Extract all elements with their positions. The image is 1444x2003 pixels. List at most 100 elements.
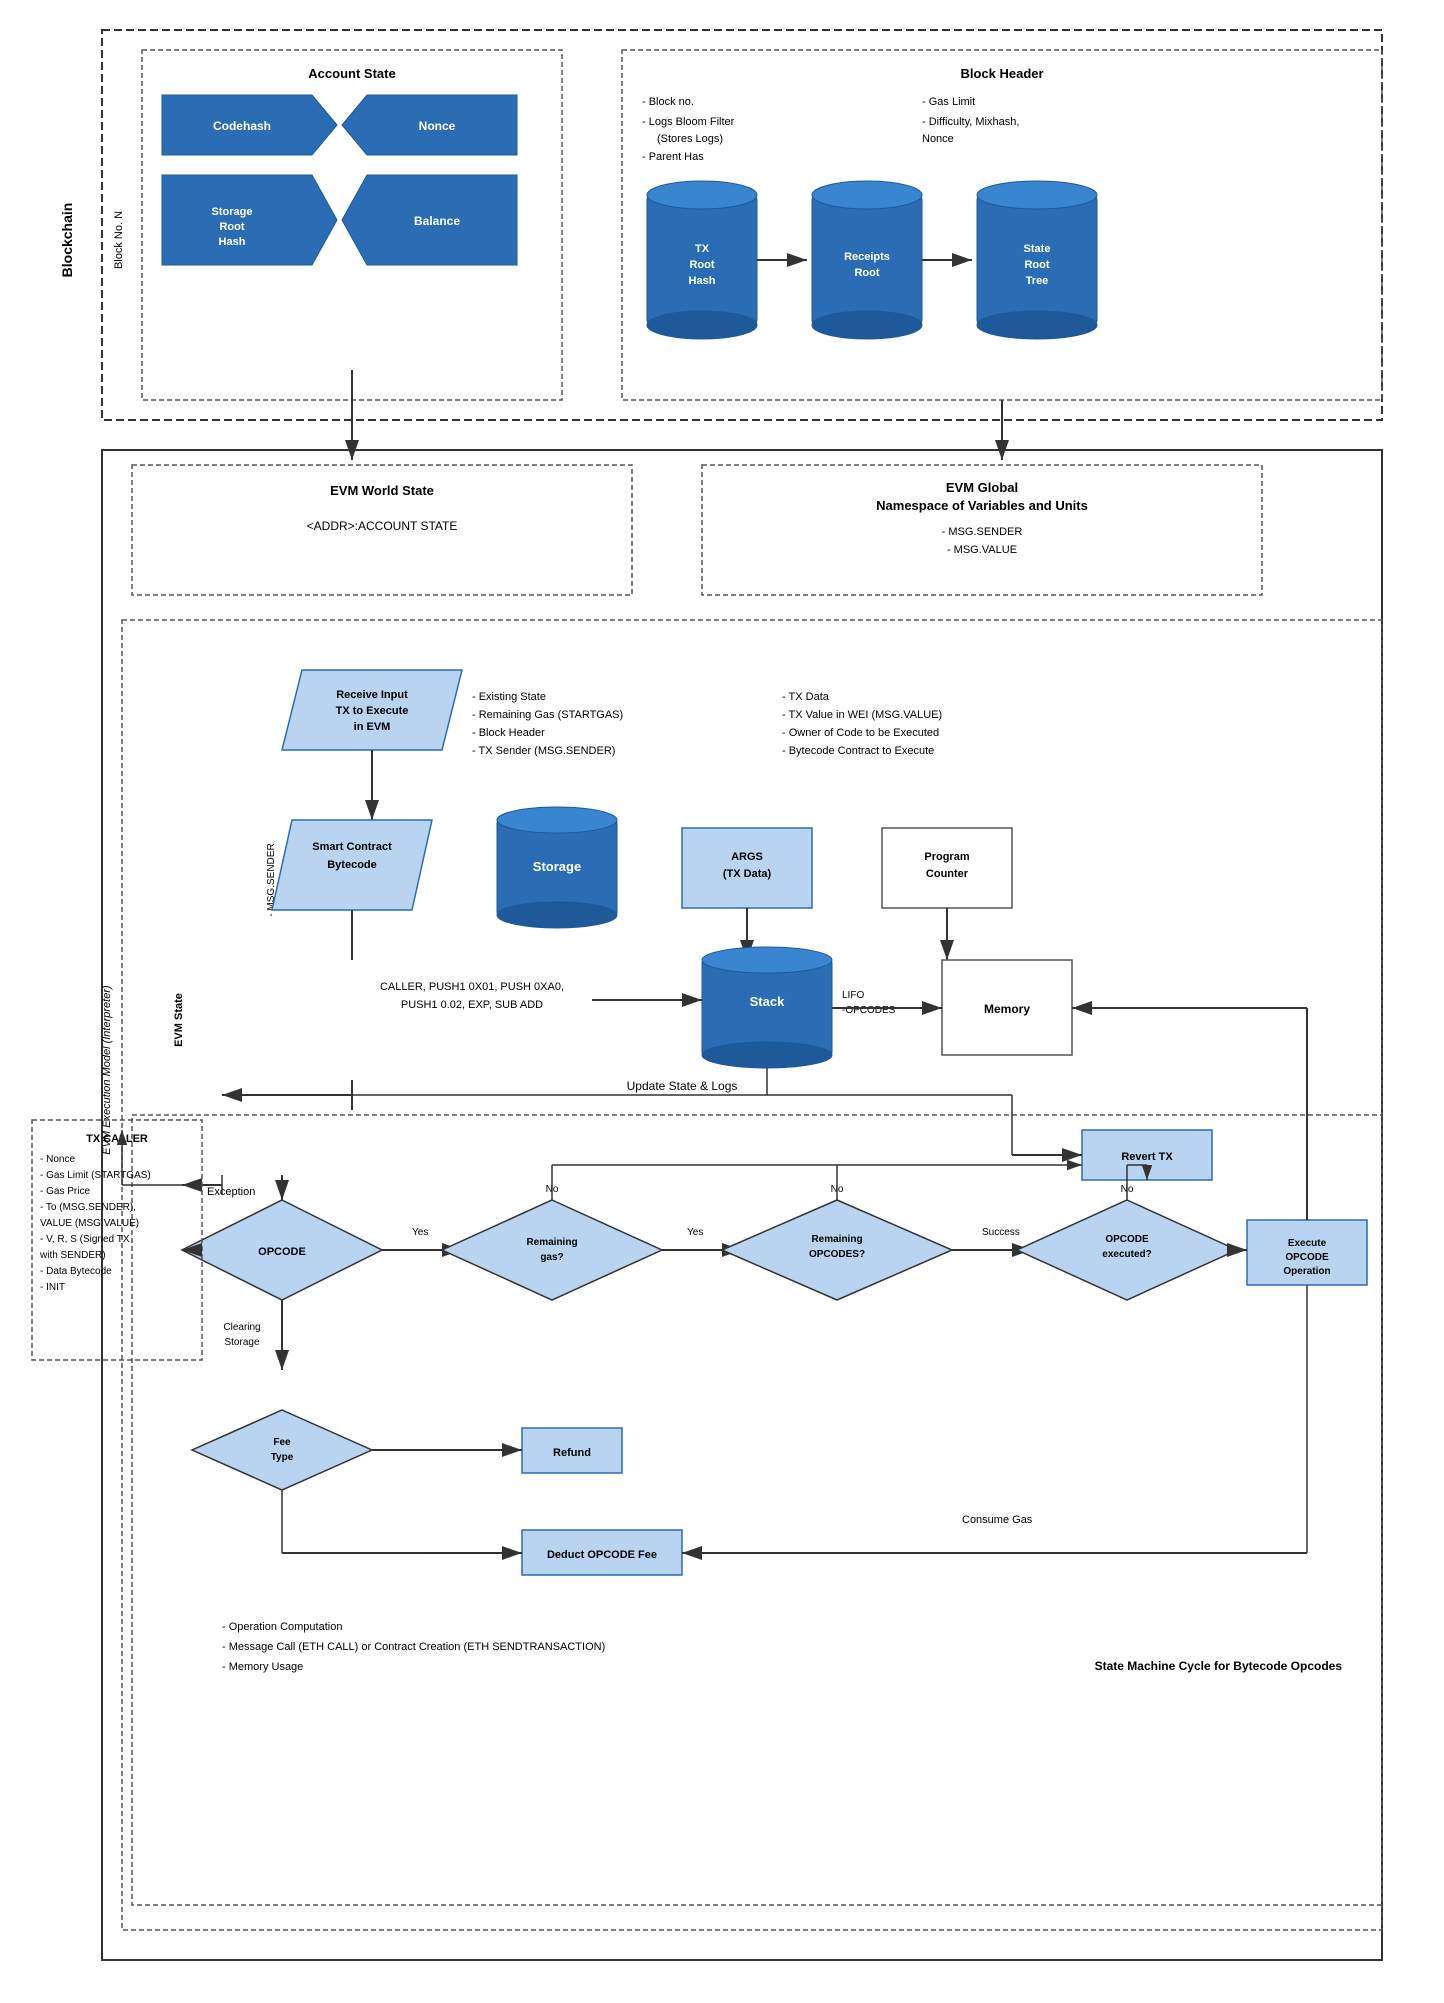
evm-global-title1: EVM Global xyxy=(946,480,1018,495)
balance-label: Balance xyxy=(414,214,460,228)
storage-label: Storage xyxy=(533,859,581,874)
receipts-label1: Receipts xyxy=(844,251,890,263)
exception-label: Exception xyxy=(207,1186,255,1198)
args-label2: (TX Data) xyxy=(723,868,772,880)
exec-info-r1: - TX Data xyxy=(782,691,830,703)
exec-info-r3: - Owner of Code to be Executed xyxy=(782,727,939,739)
diagram-container: Blockchain Block No. N Account State Cod… xyxy=(22,20,1422,1983)
exec-info-l3: - Block Header xyxy=(472,727,545,739)
opcodes-text2: PUSH1 0.02, EXP, SUB ADD xyxy=(401,999,543,1011)
evm-state-label: EVM State xyxy=(173,993,185,1047)
blockchain-label: Blockchain xyxy=(59,203,75,278)
storage-root-label: Storage xyxy=(212,206,253,218)
storage-root-label2: Root xyxy=(219,221,244,233)
bh-item5: - Gas Limit xyxy=(922,96,975,108)
tc-item4: - To (MSG.SENDER), xyxy=(40,1202,136,1213)
evm-global-item1: - MSG.SENDER xyxy=(942,526,1023,538)
exec-info-r4: - Bytecode Contract to Execute xyxy=(782,745,934,757)
fee-type-label2: Type xyxy=(271,1452,294,1463)
success-label: Success xyxy=(982,1227,1020,1238)
stack-bottom xyxy=(702,1042,832,1068)
tc-item5: VALUE (MSG.VALUE) xyxy=(40,1218,139,1229)
revert-tx-label: Revert TX xyxy=(1121,1151,1173,1163)
tx-root-label2: Root xyxy=(689,259,714,271)
storage-top xyxy=(497,807,617,833)
remaining-gas-label1: Remaining xyxy=(526,1237,577,1248)
opcode-executed-label1: OPCODE xyxy=(1105,1234,1149,1245)
bottom-label3: - Memory Usage xyxy=(222,1661,303,1673)
deduct-fee-label: Deduct OPCODE Fee xyxy=(547,1549,657,1561)
tc-item1: - Nonce xyxy=(40,1154,75,1165)
tx-root-bottom xyxy=(647,311,757,339)
codehash-label: Codehash xyxy=(213,119,271,133)
state-root-label3: Tree xyxy=(1026,275,1049,287)
execute-opcode-label2: OPCODE xyxy=(1285,1252,1329,1263)
nonce-label: Nonce xyxy=(419,119,456,133)
opcode-executed-label2: executed? xyxy=(1102,1249,1151,1260)
receipts-label2: Root xyxy=(854,267,879,279)
storage-bottom xyxy=(497,902,617,928)
evm-global-item2: - MSG.VALUE xyxy=(947,544,1017,556)
remaining-opcodes-label2: OPCODES? xyxy=(809,1249,865,1260)
lifo-label2: -OPCODES xyxy=(842,1005,896,1016)
fee-type-label1: Fee xyxy=(273,1437,291,1448)
opcode-label: OPCODE xyxy=(258,1246,306,1258)
remaining-gas-diamond xyxy=(442,1200,662,1300)
bh-item1: - Block no. xyxy=(642,96,694,108)
lifo-label1: LIFO xyxy=(842,990,864,1001)
tx-root-top xyxy=(647,181,757,209)
bh-item2: - Logs Bloom Filter xyxy=(642,116,735,128)
bottom-label1: - Operation Computation xyxy=(222,1621,342,1633)
exec-info-l2: - Remaining Gas (STARTGAS) xyxy=(472,709,623,721)
receipts-bottom xyxy=(812,311,922,339)
bh-item6: - Difficulty, Mixhash, xyxy=(922,116,1019,128)
storage-root-label3: Hash xyxy=(219,236,246,248)
evm-border xyxy=(102,450,1382,1960)
bottom-label2: - Message Call (ETH CALL) or Contract Cr… xyxy=(222,1641,605,1653)
state-root-bottom xyxy=(977,311,1097,339)
yes-label-1: Yes xyxy=(412,1227,428,1238)
refund-label: Refund xyxy=(553,1447,591,1459)
clearing-storage-label: Clearing xyxy=(223,1322,260,1333)
tc-item3: - Gas Price xyxy=(40,1186,90,1197)
opcodes-text1: CALLER, PUSH1 0X01, PUSH 0XA0, xyxy=(380,981,564,993)
smart-contract-label2: Bytecode xyxy=(327,859,377,871)
state-root-label1: State xyxy=(1024,243,1051,255)
receive-input-label2: TX to Execute xyxy=(336,705,409,717)
update-state-label: Update State & Logs xyxy=(627,1079,738,1093)
exec-info-l1: - Existing State xyxy=(472,691,546,703)
receive-input-label3: in EVM xyxy=(354,721,391,733)
fee-type-diamond xyxy=(192,1410,372,1490)
remaining-opcodes-label1: Remaining xyxy=(811,1234,862,1245)
tx-root-label1: TX xyxy=(695,243,710,255)
receipts-top xyxy=(812,181,922,209)
evm-execution-label: EVM Execution Model (Interpreter) xyxy=(101,985,113,1155)
remaining-gas-label2: gas? xyxy=(540,1252,563,1263)
receive-input-label1: Receive Input xyxy=(336,689,408,701)
tx-root-label3: Hash xyxy=(689,275,716,287)
block-no-label: Block No. N xyxy=(113,211,125,269)
program-counter-label1: Program xyxy=(924,851,969,863)
args-label1: ARGS xyxy=(731,851,763,863)
consume-gas-label: Consume Gas xyxy=(962,1514,1033,1526)
evm-world-content: <ADDR>:ACCOUNT STATE xyxy=(307,519,458,533)
stack-top xyxy=(702,947,832,973)
block-header-title: Block Header xyxy=(960,66,1043,81)
smart-contract-label1: Smart Contract xyxy=(312,841,392,853)
account-state-title: Account State xyxy=(308,66,395,81)
exec-info-l4: - TX Sender (MSG.SENDER) xyxy=(472,745,615,757)
execute-opcode-label3: Operation xyxy=(1283,1266,1330,1277)
state-root-label2: Root xyxy=(1024,259,1049,271)
evm-world-title: EVM World State xyxy=(330,483,434,498)
evm-global-title2: Namespace of Variables and Units xyxy=(876,498,1088,513)
program-counter-label2: Counter xyxy=(926,868,969,880)
stack-label: Stack xyxy=(750,994,785,1009)
tc-item2: - Gas Limit (STARTGAS) xyxy=(40,1170,151,1181)
main-diagram: Blockchain Block No. N Account State Cod… xyxy=(22,20,1402,1980)
state-machine-label: State Machine Cycle for Bytecode Opcodes xyxy=(1095,1659,1343,1673)
memory-label: Memory xyxy=(984,1002,1030,1016)
yes-label-2: Yes xyxy=(687,1227,703,1238)
storage-root-shape xyxy=(162,175,337,265)
clearing-storage-label2: Storage xyxy=(224,1337,259,1348)
bh-item4: - Parent Has xyxy=(642,151,704,163)
